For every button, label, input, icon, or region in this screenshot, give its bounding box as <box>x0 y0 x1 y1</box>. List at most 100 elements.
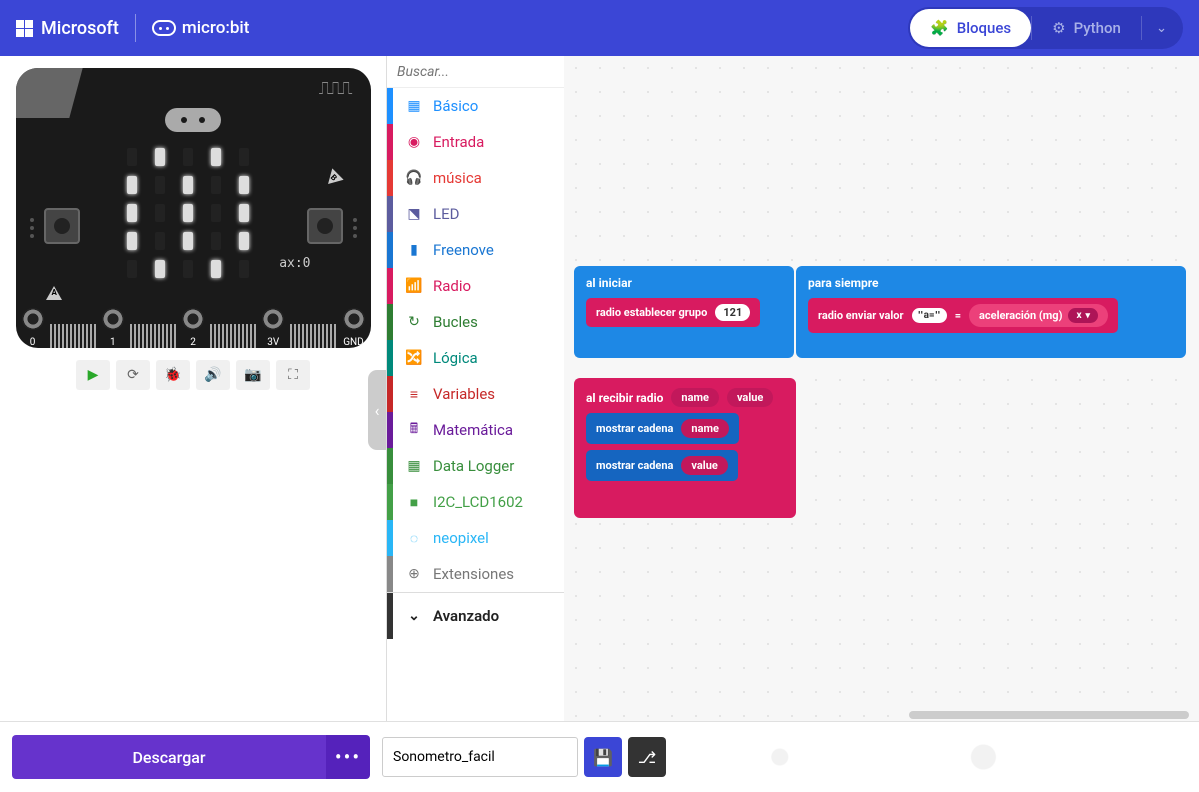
category-matematica[interactable]: 🖩Matemática <box>387 412 564 448</box>
category-entrada[interactable]: ◉ Entrada <box>387 124 564 160</box>
python-tab-label: Python <box>1074 19 1121 37</box>
ax-readout: ax:0 <box>279 256 310 271</box>
category-label: música <box>433 169 482 187</box>
category-label: Básico <box>433 97 478 115</box>
header-divider <box>135 14 136 42</box>
blocks-tab[interactable]: 🧩 Bloques <box>910 9 1031 47</box>
var-name[interactable]: name <box>681 419 729 438</box>
forever-block[interactable]: para siempre radio enviar valor "a=" = a… <box>796 266 1186 358</box>
pin-0[interactable]: 0 <box>16 306 50 348</box>
download-more-button[interactable]: ••• <box>326 735 370 779</box>
show-string-name-block[interactable]: mostrar cadena name <box>586 413 739 444</box>
fullscreen-icon: ⛶ <box>288 367 298 383</box>
on-radio-received-block[interactable]: al recibir radio name value mostrar cade… <box>574 378 796 518</box>
blocks-tab-label: Bloques <box>957 19 1011 37</box>
param-value: value <box>727 388 773 407</box>
send-key-input[interactable]: "a=" <box>912 308 947 323</box>
category-radio[interactable]: 📶 Radio <box>387 268 564 304</box>
microbit-simulator[interactable]: ⎍⎍⎍ A B ax:0 0 1 2 3V <box>16 68 371 348</box>
block-label: radio establecer grupo <box>596 306 707 319</box>
bottom-bar: Descargar ••• 💾 ⎇ <box>0 721 1199 792</box>
radio-set-group-block[interactable]: radio establecer grupo 121 <box>586 298 760 327</box>
screenshot-button[interactable]: 📷 <box>236 360 270 390</box>
block-title: al recibir radio <box>586 391 663 405</box>
project-name-input[interactable] <box>382 737 578 777</box>
category-neopixel[interactable]: ◌neopixel <box>387 520 564 556</box>
button-b[interactable] <box>307 208 343 244</box>
microbit-face-sim <box>165 108 221 132</box>
var-value[interactable]: value <box>681 456 727 475</box>
simulator-panel: ⎍⎍⎍ A B ax:0 0 1 2 3V <box>0 56 386 721</box>
category-label: Entrada <box>433 133 484 151</box>
category-datalogger[interactable]: ▦ Data Logger <box>387 448 564 484</box>
group-value-input[interactable]: 121 <box>715 304 750 321</box>
refresh-icon: ⟳ <box>127 367 139 383</box>
category-label: Lógica <box>433 349 478 367</box>
editor-toggle-group: 🧩 Bloques ⚙ Python ⌄ <box>908 7 1183 49</box>
fullscreen-button[interactable]: ⛶ <box>276 360 310 390</box>
collapse-simulator-handle[interactable]: ‹ <box>368 370 386 450</box>
equals-label: = <box>955 309 961 322</box>
square-icon: ■ <box>405 494 423 511</box>
pin-3v[interactable]: 3V <box>256 306 290 348</box>
axis-dropdown[interactable]: x <box>1068 308 1098 323</box>
chip-icon: ▮ <box>405 242 423 258</box>
category-extensions[interactable]: ⊕Extensiones <box>387 556 564 592</box>
button-a[interactable] <box>44 208 80 244</box>
triangle-b-icon: B <box>322 168 343 189</box>
acceleration-block[interactable]: aceleración (mg) x <box>969 304 1108 327</box>
category-freenove[interactable]: ▮ Freenove <box>387 232 564 268</box>
restart-button[interactable]: ⟳ <box>116 360 150 390</box>
microbit-logo[interactable]: micro:bit <box>152 18 250 38</box>
save-button[interactable]: 💾 <box>584 737 622 777</box>
category-label: Variables <box>433 385 495 403</box>
pin-2[interactable]: 2 <box>176 306 210 348</box>
category-i2c[interactable]: ■I2C_LCD1602 <box>387 484 564 520</box>
microbit-label: micro:bit <box>182 18 250 38</box>
editor-more-button[interactable]: ⌄ <box>1142 11 1181 46</box>
debug-button[interactable]: 🐞 <box>156 360 190 390</box>
category-led[interactable]: ⬔LED <box>387 196 564 232</box>
category-label: LED <box>433 205 459 223</box>
decorative-shapes <box>678 737 1187 777</box>
radio-send-value-block[interactable]: radio enviar valor "a=" = aceleración (m… <box>808 298 1118 333</box>
block-title: para siempre <box>808 276 1174 290</box>
pin-gnd[interactable]: GND <box>337 306 371 348</box>
circle-icon: ◉ <box>405 134 423 150</box>
sound-icon: 🔊 <box>204 367 221 383</box>
plus-icon: ⊕ <box>405 566 423 582</box>
pin-1[interactable]: 1 <box>96 306 130 348</box>
camera-icon: 📷 <box>244 367 261 383</box>
workspace[interactable]: al iniciar radio establecer grupo 121 pa… <box>564 56 1199 721</box>
triangle-a-icon: A <box>46 286 62 300</box>
category-advanced[interactable]: ⌄Avanzado <box>387 592 564 638</box>
category-variables[interactable]: ≡Variables <box>387 376 564 412</box>
category-label: Data Logger <box>433 457 514 475</box>
category-musica[interactable]: 🎧música <box>387 160 564 196</box>
search-input[interactable] <box>397 64 575 80</box>
chevron-left-icon: ‹ <box>375 401 380 420</box>
category-label: Freenove <box>433 241 494 259</box>
sound-button[interactable]: 🔊 <box>196 360 230 390</box>
github-button[interactable]: ⎇ <box>628 737 666 777</box>
play-button[interactable]: ▶ <box>76 360 110 390</box>
chevron-down-icon: ⌄ <box>1156 21 1167 36</box>
python-tab[interactable]: ⚙ Python <box>1032 9 1141 47</box>
grid-icon: ▦ <box>405 98 423 114</box>
category-label: Radio <box>433 277 471 295</box>
app-header: Microsoft micro:bit 🧩 Bloques ⚙ Python ⌄ <box>0 0 1199 56</box>
on-start-block[interactable]: al iniciar radio establecer grupo 121 <box>574 266 794 358</box>
category-logica[interactable]: 🔀Lógica <box>387 340 564 376</box>
show-string-value-block[interactable]: mostrar cadena value <box>586 450 738 481</box>
play-icon: ▶ <box>88 367 99 383</box>
led-matrix <box>127 148 259 280</box>
microsoft-logo[interactable]: Microsoft <box>16 18 119 39</box>
category-bucles[interactable]: ↻Bucles <box>387 304 564 340</box>
microsoft-label: Microsoft <box>41 18 119 39</box>
table-icon: ▦ <box>405 458 423 474</box>
chevron-down-icon: ⌄ <box>405 608 423 624</box>
category-basico[interactable]: ▦ Básico <box>387 88 564 124</box>
signal-icon: 📶 <box>405 278 423 294</box>
download-button[interactable]: Descargar <box>12 735 326 779</box>
horizontal-scrollbar[interactable] <box>909 711 1189 719</box>
